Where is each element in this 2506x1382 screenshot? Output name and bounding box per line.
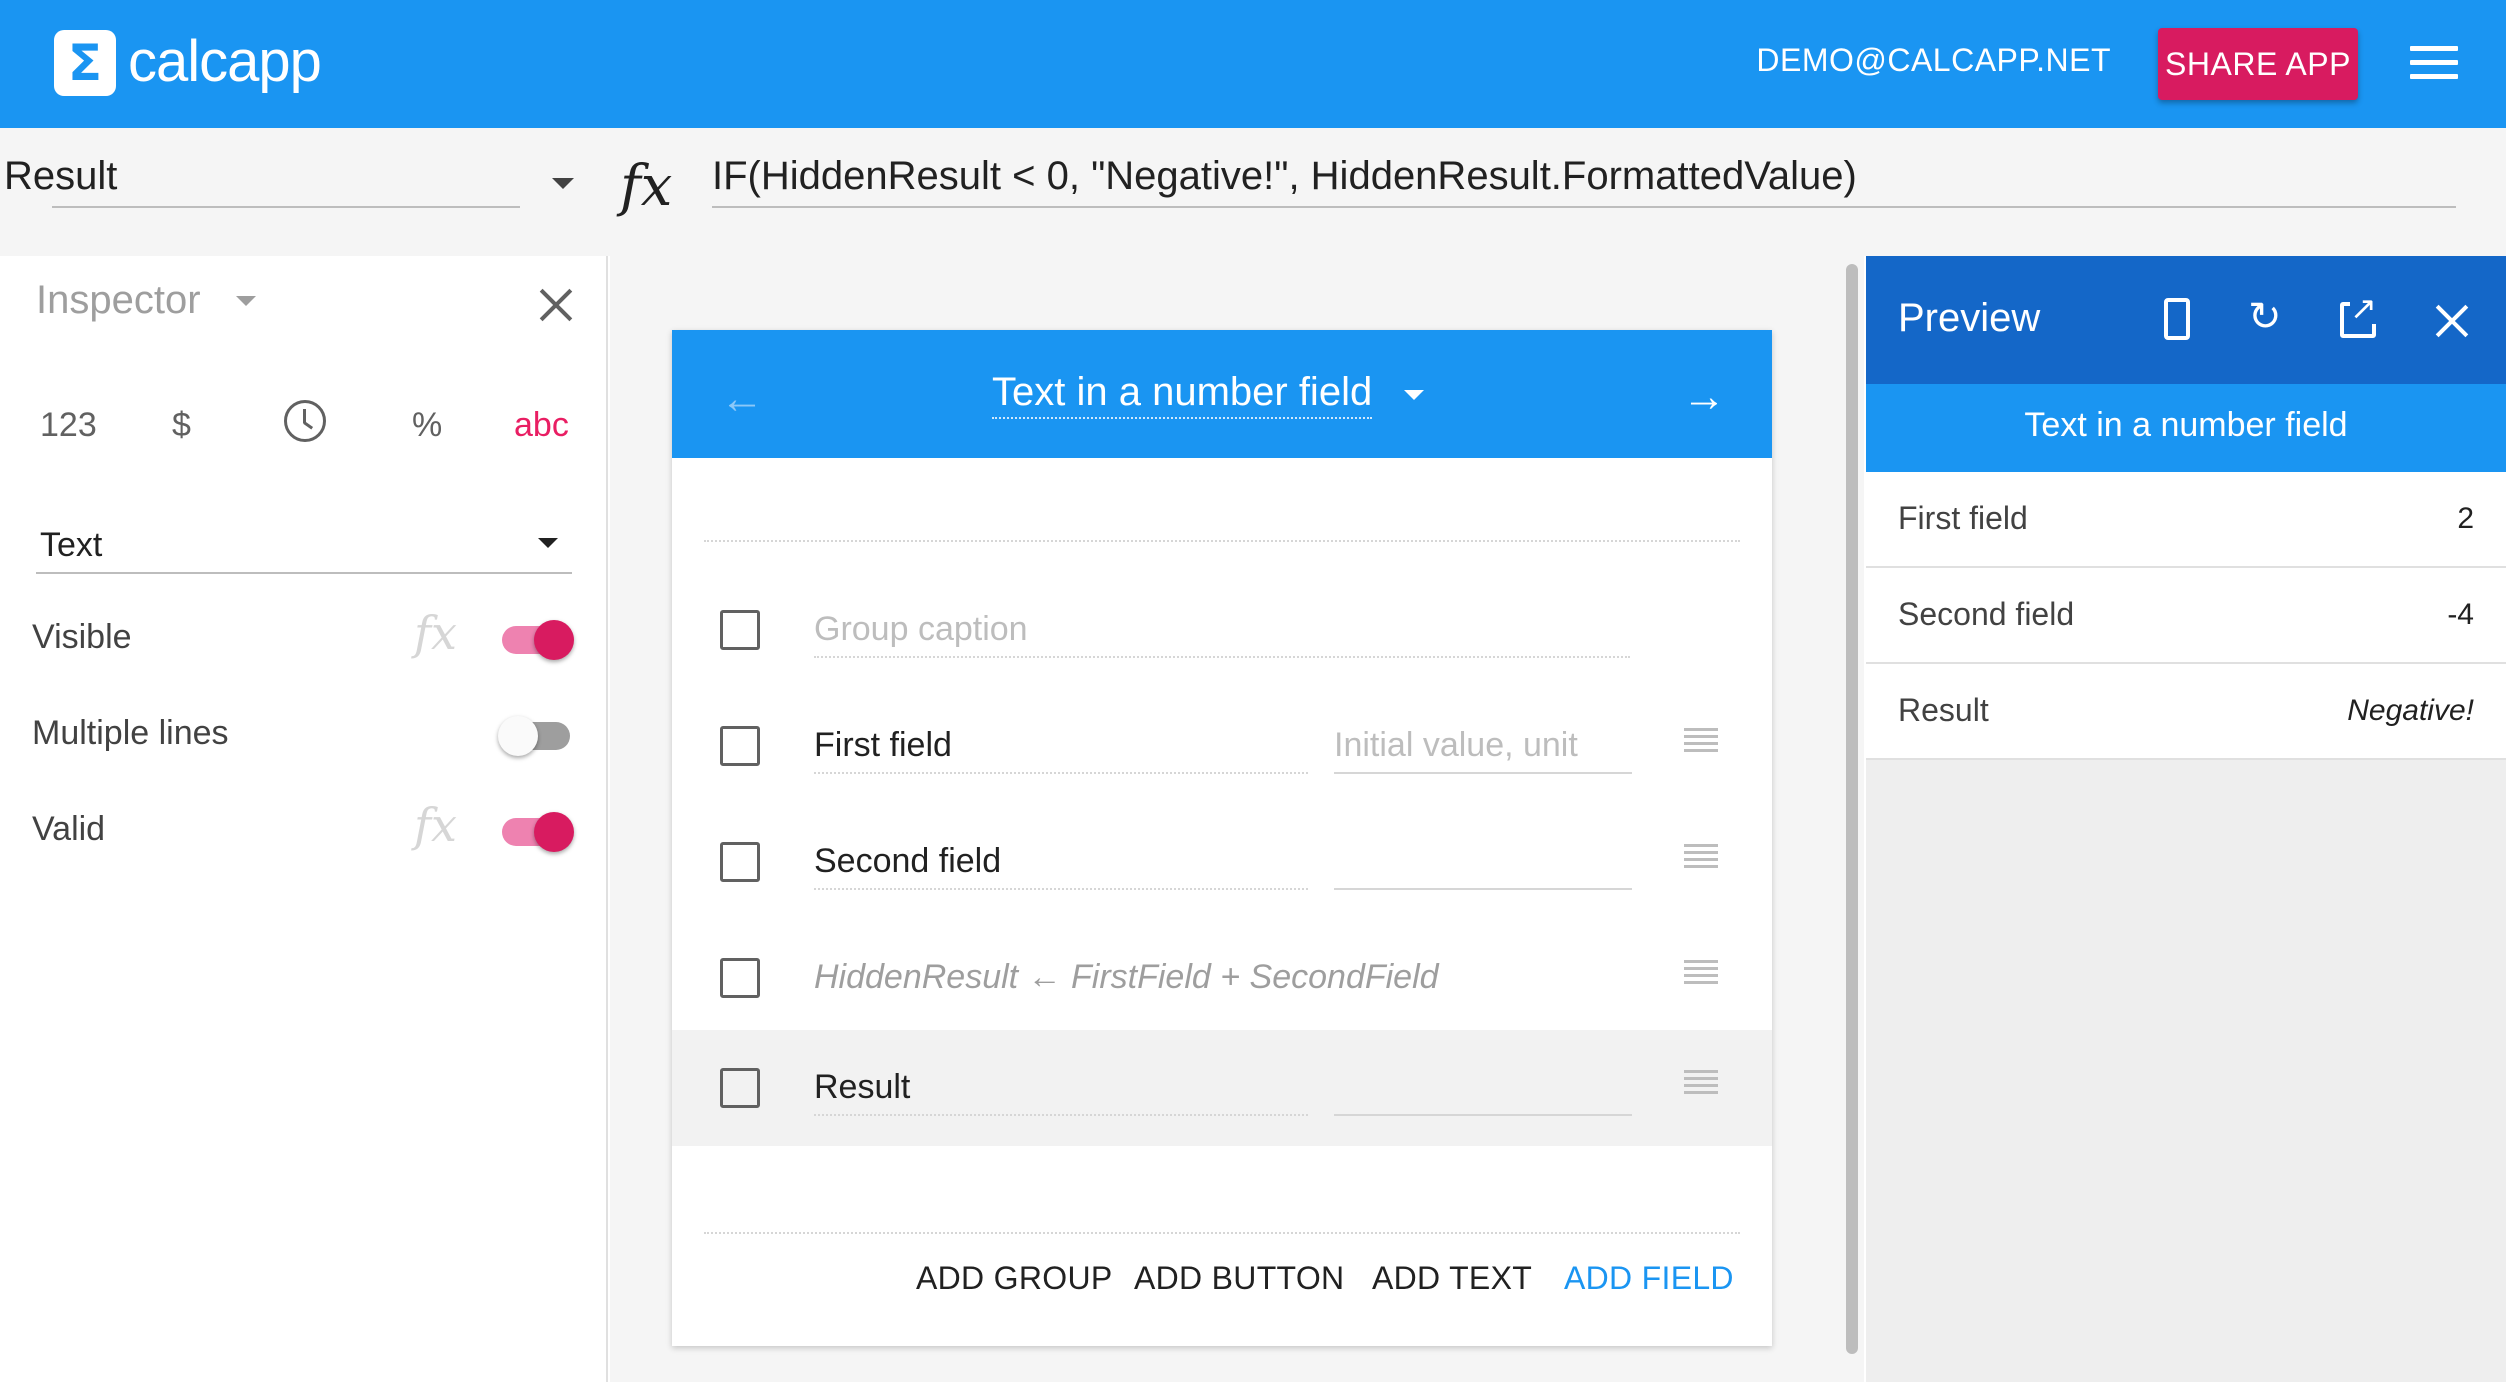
inspector-panel: Inspector 123 $ % abc Text Visible fx Mu… bbox=[0, 256, 608, 1382]
type-currency-option[interactable]: $ bbox=[172, 406, 191, 445]
formula-input[interactable]: IF(HiddenResult < 0, "Negative!", Hidden… bbox=[712, 152, 2456, 208]
share-app-button[interactable]: SHARE APP bbox=[2158, 28, 2358, 100]
preview-field-label: Result bbox=[1898, 692, 1989, 728]
field-name-input[interactable]: Second field bbox=[814, 842, 1308, 890]
field-row: First field Initial value, unit bbox=[672, 688, 1772, 804]
add-button-button[interactable]: ADD BUTTON bbox=[1134, 1260, 1344, 1297]
property-label: Visible bbox=[32, 618, 132, 656]
property-label: Valid bbox=[32, 810, 106, 848]
open-in-new-icon[interactable] bbox=[2340, 292, 2377, 338]
screen-title[interactable]: Text in a number field bbox=[992, 370, 1373, 419]
chevron-down-icon[interactable] bbox=[1404, 390, 1424, 400]
card-actions: ADD GROUP ADD BUTTON ADD TEXT ADD FIELD bbox=[672, 1260, 1772, 1320]
calcapp-logo-icon[interactable]: Σ bbox=[54, 30, 116, 96]
drag-handle-icon[interactable] bbox=[1684, 1070, 1718, 1094]
canvas-scrollbar[interactable] bbox=[1846, 264, 1858, 1354]
preview-screen-title: Text in a number field bbox=[2024, 406, 2348, 444]
row-checkbox[interactable] bbox=[720, 842, 760, 882]
hidden-field-row: HiddenResult ← FirstField + SecondField bbox=[672, 920, 1772, 1036]
preview-field-row[interactable]: Second field -4 bbox=[1866, 568, 2506, 664]
field-name-input[interactable]: Result bbox=[814, 1068, 1308, 1116]
field-type-selector: 123 $ % abc bbox=[0, 400, 608, 466]
type-text-option[interactable]: abc bbox=[514, 406, 569, 445]
fx-icon: fx bbox=[620, 154, 673, 219]
preview-field-row[interactable]: Result Negative! bbox=[1866, 664, 2506, 760]
chevron-down-icon[interactable] bbox=[552, 178, 574, 189]
drag-handle-icon[interactable] bbox=[1684, 728, 1718, 752]
close-icon[interactable] bbox=[2434, 302, 2470, 338]
screen-header: ← Text in a number field → bbox=[672, 330, 1772, 458]
add-text-button[interactable]: ADD TEXT bbox=[1372, 1260, 1532, 1297]
preview-screen-header: Text in a number field bbox=[1866, 384, 2506, 472]
preview-field-label: First field bbox=[1898, 500, 2028, 536]
drag-handle-icon[interactable] bbox=[1684, 844, 1718, 868]
field-row: Second field bbox=[672, 804, 1772, 920]
close-icon[interactable] bbox=[538, 286, 574, 322]
field-name-input[interactable]: First field bbox=[814, 726, 1308, 774]
preview-field-value: Negative! bbox=[2347, 694, 2474, 727]
text-type-value: Text bbox=[40, 526, 103, 564]
inspector-title[interactable]: Inspector bbox=[36, 278, 201, 323]
arrow-left-icon[interactable]: ← bbox=[720, 374, 764, 424]
clock-icon[interactable] bbox=[284, 400, 326, 442]
text-type-select[interactable]: Text bbox=[36, 518, 572, 574]
inspector-dropdown-icon[interactable] bbox=[236, 296, 256, 306]
field-row-selected: Result bbox=[672, 1030, 1772, 1146]
chevron-down-icon bbox=[538, 538, 558, 548]
refresh-icon[interactable]: ↻ bbox=[2248, 297, 2286, 337]
preview-title: Preview bbox=[1898, 296, 2041, 340]
property-visible: Visible fx bbox=[0, 606, 608, 668]
field-selector-value[interactable]: Result bbox=[4, 154, 117, 199]
field-value-input[interactable] bbox=[1334, 1068, 1632, 1116]
divider bbox=[704, 540, 1740, 542]
app-name[interactable]: calcapp bbox=[128, 28, 322, 95]
preview-field-value[interactable]: 2 bbox=[2457, 502, 2474, 536]
drag-handle-icon[interactable] bbox=[1684, 960, 1718, 984]
type-percent-option[interactable]: % bbox=[412, 406, 442, 445]
screen-card: ← Text in a number field → Group caption… bbox=[672, 330, 1772, 1346]
row-checkbox[interactable] bbox=[720, 610, 760, 650]
add-field-button[interactable]: ADD FIELD bbox=[1564, 1260, 1734, 1297]
preview-field-row[interactable]: First field 2 bbox=[1866, 472, 2506, 568]
group-caption-input[interactable]: Group caption bbox=[814, 610, 1630, 658]
row-checkbox[interactable] bbox=[720, 726, 760, 766]
preview-panel: Preview ↻ Text in a number field First f… bbox=[1866, 256, 2506, 1382]
property-valid: Valid fx bbox=[0, 798, 608, 860]
divider bbox=[704, 1232, 1740, 1234]
property-label: Multiple lines bbox=[32, 714, 229, 752]
user-account-link[interactable]: DEMO@CALCAPP.NET bbox=[1756, 42, 2111, 79]
top-app-bar: Σ calcapp DEMO@CALCAPP.NET SHARE APP bbox=[0, 0, 2506, 128]
formula-fx-icon[interactable]: fx bbox=[414, 606, 457, 660]
preview-field-value[interactable]: -4 bbox=[2447, 598, 2474, 632]
multiple-lines-toggle[interactable] bbox=[498, 716, 570, 756]
field-value-input[interactable]: Initial value, unit bbox=[1334, 726, 1632, 774]
arrow-right-icon[interactable]: → bbox=[1682, 372, 1726, 422]
type-number-option[interactable]: 123 bbox=[40, 406, 97, 445]
formula-fx-icon[interactable]: fx bbox=[414, 798, 457, 852]
hamburger-menu-icon[interactable] bbox=[2410, 46, 2458, 80]
field-selector[interactable] bbox=[52, 152, 520, 208]
add-group-button[interactable]: ADD GROUP bbox=[916, 1260, 1113, 1297]
visible-toggle[interactable] bbox=[502, 620, 574, 660]
formula-bar: Result fx IF(HiddenResult < 0, "Negative… bbox=[0, 128, 2506, 256]
group-row: Group caption bbox=[672, 572, 1772, 688]
phone-icon[interactable] bbox=[2164, 298, 2190, 340]
row-checkbox[interactable] bbox=[720, 1068, 760, 1108]
valid-toggle[interactable] bbox=[502, 812, 574, 852]
preview-header: Preview ↻ bbox=[1866, 256, 2506, 384]
preview-field-label: Second field bbox=[1898, 596, 2075, 632]
row-checkbox[interactable] bbox=[720, 958, 760, 998]
hidden-field-formula[interactable]: HiddenResult ← FirstField + SecondField bbox=[814, 958, 1614, 1006]
field-value-input[interactable] bbox=[1334, 842, 1632, 890]
property-multiple-lines: Multiple lines bbox=[0, 704, 608, 764]
